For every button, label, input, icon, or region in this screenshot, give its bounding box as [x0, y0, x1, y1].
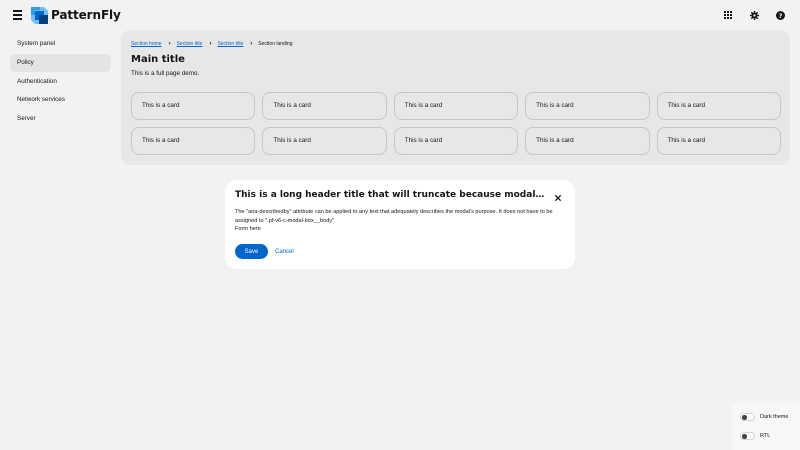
save-button[interactable]: Save	[235, 244, 268, 259]
card-gallery: This is a card This is a card This is a …	[131, 92, 781, 155]
svg-text:?: ?	[778, 12, 782, 19]
card: This is a card	[525, 92, 650, 120]
card: This is a card	[131, 127, 256, 155]
card: This is a card	[656, 127, 781, 155]
sidebar-item-policy[interactable]: Policy	[10, 53, 111, 72]
card: This is a card	[393, 127, 519, 155]
modal-dialog: This is a long header title that will tr…	[225, 180, 575, 269]
dark-theme-label: Dark theme	[760, 414, 789, 420]
breadcrumb-item-section-title-2[interactable]: Section title	[217, 41, 243, 47]
main-content: Section home › Section title › Section t…	[121, 30, 790, 165]
brand-name: PatternFly	[51, 8, 121, 22]
chevron-right-icon: ›	[209, 41, 212, 47]
apps-grid-icon[interactable]	[721, 8, 735, 22]
sidebar-item-authentication[interactable]: Authentication	[10, 73, 111, 91]
rtl-toggle[interactable]: RTL	[740, 432, 770, 440]
theme-switcher-panel: Dark theme RTL	[732, 403, 800, 450]
brand-logo[interactable]: PatternFly	[31, 6, 121, 24]
gear-icon[interactable]	[747, 8, 761, 22]
dark-theme-toggle[interactable]: Dark theme	[740, 413, 788, 421]
card: This is a card	[656, 92, 781, 120]
chevron-right-icon: ›	[168, 41, 171, 47]
page-description: This is a full page demo.	[131, 70, 200, 77]
header-tools: ?	[721, 8, 787, 22]
app-page: PatternFly ? System panel Policy Authent…	[0, 0, 800, 450]
modal-title: This is a long header title that will tr…	[235, 190, 547, 200]
sidebar-nav: System panel Policy Authentication Netwo…	[10, 35, 111, 129]
sidebar-item-server[interactable]: Server	[10, 110, 111, 128]
modal-form-placeholder: Form here	[235, 226, 261, 232]
cancel-button[interactable]: Cancel	[274, 244, 295, 259]
card: This is a card	[393, 92, 519, 120]
card: This is a card	[131, 92, 256, 120]
help-icon[interactable]: ?	[773, 8, 787, 22]
rtl-label: RTL	[760, 433, 771, 439]
masthead: PatternFly ?	[0, 0, 800, 30]
sidebar-item-network-services[interactable]: Network services	[10, 91, 111, 109]
breadcrumb-item-current: Section landing	[258, 41, 293, 47]
chevron-right-icon: ›	[250, 41, 253, 47]
hamburger-icon[interactable]	[11, 8, 25, 22]
card: This is a card	[525, 127, 650, 155]
toggle-switch[interactable]	[740, 432, 755, 440]
patternfly-logo-icon	[31, 6, 48, 24]
card: This is a card	[262, 92, 387, 120]
breadcrumb-item-section-home[interactable]: Section home	[131, 41, 162, 47]
breadcrumb-item-section-title-1[interactable]: Section title	[177, 41, 203, 47]
page-title: Main title	[131, 54, 185, 65]
breadcrumb: Section home › Section title › Section t…	[131, 41, 293, 47]
modal-body-text: The "aria-describedby" attribute can be …	[235, 209, 553, 224]
card: This is a card	[262, 127, 387, 155]
sidebar-item-system-panel[interactable]: System panel	[10, 35, 111, 53]
toggle-switch[interactable]	[740, 413, 755, 421]
close-icon[interactable]	[553, 193, 563, 203]
